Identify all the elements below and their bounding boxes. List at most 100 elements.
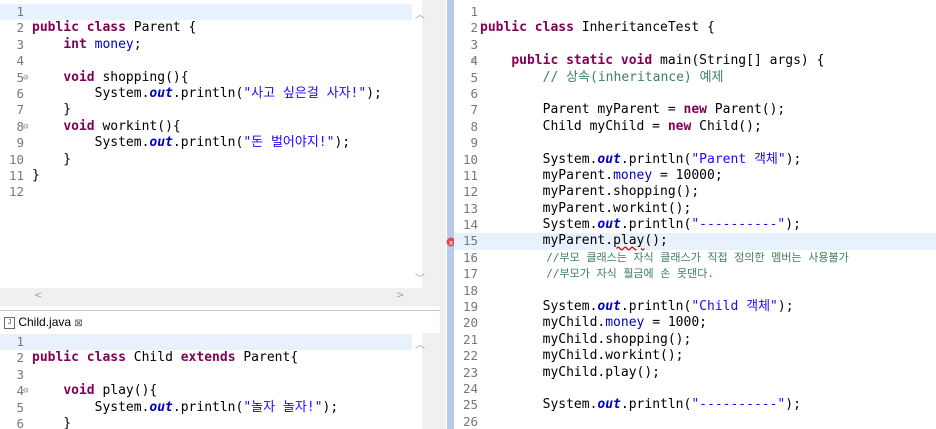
line-number: 1 — [16, 334, 24, 349]
line-number: 6 — [470, 85, 478, 101]
code-line: 14 System.out.println("----------"); — [454, 217, 936, 233]
code-line: 26 — [454, 414, 936, 429]
fold-icon[interactable]: ⊖ — [23, 119, 28, 135]
vertical-scrollbar[interactable] — [422, 0, 440, 288]
code-line: 3 int money; — [0, 37, 440, 53]
code-line: 7 Parent myParent = new Parent(); — [454, 102, 936, 118]
code-line: 25 System.out.println("----------"); — [454, 397, 936, 413]
code-line: 9 System.out.println("돈 벌어야지!"); — [0, 135, 440, 151]
code-line: 11 myParent.money = 10000; — [454, 168, 936, 184]
code-line: 22 myChild.workint(); — [454, 348, 936, 364]
scroll-left-icon[interactable]: < — [34, 290, 42, 301]
scroll-up-icon[interactable]: ︿ — [415, 6, 425, 21]
child-tab-bar: J Child.java ⊠ — [0, 310, 440, 334]
line-number: 22 — [462, 348, 478, 364]
line-number: 12 — [8, 184, 24, 200]
code-line: 6 — [454, 86, 936, 102]
close-icon[interactable]: ⊠ — [74, 318, 82, 329]
code-line: 7 } — [0, 102, 440, 118]
line-number: 6 — [16, 85, 24, 101]
line-number: 8 — [16, 118, 24, 134]
line-number: 14 — [462, 217, 478, 233]
line-number: 2 — [16, 350, 24, 366]
line-number: 26 — [462, 413, 478, 429]
tab-label: Child.java — [18, 315, 72, 329]
tab-child-java[interactable]: J Child.java ⊠ — [2, 313, 89, 331]
main-editor[interactable]: 1 2 public class InheritanceTest { 3 4 ⊖ p… — [454, 0, 936, 429]
code-line: 1 — [454, 4, 936, 20]
line-number: 10 — [8, 151, 24, 167]
code-line: 10 System.out.println("Parent 객체"); — [454, 152, 936, 168]
line-number: 6 — [16, 415, 24, 429]
svg-text:x: x — [449, 239, 453, 247]
code-line: 20 myChild.money = 1000; — [454, 315, 936, 331]
parent-editor[interactable]: 1 2 public class Parent { 3 int money; 4 … — [0, 0, 440, 288]
code-line: 24 — [454, 381, 936, 397]
line-number: 18 — [462, 282, 478, 298]
line-number: 9 — [16, 135, 24, 151]
line-number: 24 — [462, 380, 478, 396]
line-number: 19 — [462, 299, 478, 315]
code-line: 3 — [0, 367, 440, 383]
code-line: 10 } — [0, 152, 440, 168]
line-number: 5 — [16, 69, 24, 85]
line-number: 12 — [462, 184, 478, 200]
main-code: 1 2 public class InheritanceTest { 3 4 ⊖ p… — [454, 4, 936, 429]
line-number: 7 — [16, 102, 24, 118]
parent-code: 1 2 public class Parent { 3 int money; 4 … — [0, 4, 440, 201]
code-line: 5 System.out.println("놀자 놀자!"); — [0, 400, 440, 416]
annotation-ruler — [447, 0, 454, 429]
code-line: 2 public class InheritanceTest { — [454, 20, 936, 36]
code-line-error: 15 myParent.play(); — [454, 233, 936, 250]
line-number: 20 — [462, 315, 478, 331]
code-line: 23 myChild.play(); — [454, 365, 936, 381]
line-number: 3 — [16, 36, 24, 52]
line-number: 7 — [470, 102, 478, 118]
line-number: 2 — [470, 20, 478, 36]
code-line: 5 ⊖ void shopping(){ — [0, 70, 440, 86]
child-editor[interactable]: 1 2 public class Child extends Parent{ 3 … — [0, 333, 440, 429]
line-number: 3 — [16, 366, 24, 382]
code-line: 17 //부모가 자식 훨금에 손 못댄다. — [454, 266, 936, 282]
line-number: 5 — [470, 69, 478, 85]
child-code: 1 2 public class Child extends Parent{ 3 … — [0, 334, 440, 429]
code-line: 16 //부모 클래스는 자식 클래스가 직접 정의한 멤버는 사용불가 — [454, 250, 936, 266]
line-number: 9 — [470, 135, 478, 151]
code-line: 3 — [454, 37, 936, 53]
code-line: 12 myParent.shopping(); — [454, 184, 936, 200]
fold-icon[interactable]: ⊖ — [471, 53, 476, 69]
line-number: 8 — [470, 118, 478, 134]
code-line: 6 System.out.println("사고 싶은걸 사자!"); — [0, 86, 440, 102]
code-line: 6 } — [0, 416, 440, 429]
code-line: 8 ⊖ void workint(){ — [0, 119, 440, 135]
fold-icon[interactable]: ⊖ — [23, 383, 28, 399]
code-line: 11} — [0, 168, 440, 184]
line-number: 10 — [462, 151, 478, 167]
code-line: 13 myParent.workint(); — [454, 201, 936, 217]
code-line: 9 — [454, 135, 936, 151]
scroll-up-icon[interactable]: ︿ — [415, 336, 425, 351]
scroll-right-icon[interactable]: > — [396, 290, 404, 301]
line-number: 16 — [462, 249, 478, 265]
line-number: 1 — [470, 4, 478, 19]
horizontal-scrollbar[interactable] — [0, 288, 422, 306]
scroll-down-icon[interactable]: ﹀ — [415, 270, 425, 285]
code-line: 4 — [0, 53, 440, 69]
code-line: 12 — [0, 184, 440, 200]
code-line: 8 Child myChild = new Child(); — [454, 119, 936, 135]
corner-box — [422, 288, 440, 306]
line-number: 1 — [16, 4, 24, 19]
line-number: 25 — [462, 397, 478, 413]
editor-divider[interactable] — [440, 0, 446, 429]
line-number: 13 — [462, 200, 478, 216]
line-number: 11 — [8, 167, 24, 183]
line-number: 11 — [462, 167, 478, 183]
code-line: 1 — [0, 4, 412, 21]
code-line: 1 — [0, 334, 412, 351]
code-line: 19 System.out.println("Child 객체"); — [454, 299, 936, 315]
line-number: 2 — [16, 20, 24, 36]
fold-icon[interactable]: ⊖ — [23, 70, 28, 86]
line-number: 3 — [470, 36, 478, 52]
line-number: 5 — [16, 399, 24, 415]
line-number: 4 — [16, 383, 24, 399]
